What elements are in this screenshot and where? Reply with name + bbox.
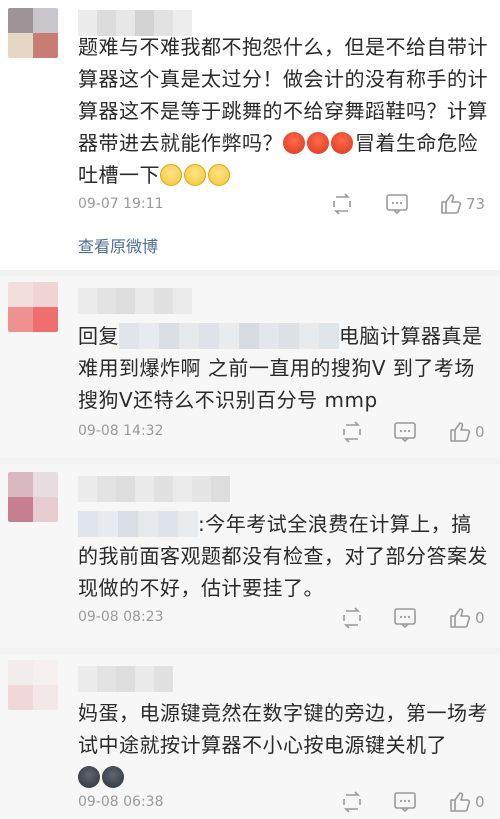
avatar[interactable]: [8, 472, 58, 522]
repost-button[interactable]: [330, 193, 354, 215]
crying-face-icon: [102, 766, 124, 788]
repost-icon: [343, 791, 361, 813]
like-count: 0: [475, 423, 485, 441]
repost-icon: [333, 193, 351, 215]
like-button[interactable]: 73: [440, 193, 485, 215]
username-blurred[interactable]: [78, 288, 198, 314]
repost-icon: [343, 607, 361, 629]
like-count: 0: [475, 793, 485, 811]
crying-face-icon: [78, 766, 100, 788]
comment-button[interactable]: [385, 193, 409, 215]
avatar[interactable]: [8, 8, 58, 58]
comment-card: 妈蛋，电源键竟然在数字键的旁边，第一场考试中途就按计算器不小心按电源键关机了 0…: [0, 654, 500, 819]
thumbs-up-icon: [450, 792, 471, 812]
reply-prefix: 回复: [78, 324, 119, 348]
comment-button[interactable]: [393, 791, 417, 813]
repost-icon: [343, 421, 361, 443]
comment-body: 妈蛋，电源键竟然在数字键的旁边，第一场考试中途就按计算器不小心按电源键关机了: [78, 701, 488, 757]
comment-card: :今年考试全浪费在计算上，搞的我前面客观题都没有检查，对了部分答案发现做的不好，…: [0, 464, 500, 648]
like-button[interactable]: 0: [449, 607, 485, 629]
angry-face-icon: [307, 132, 329, 154]
sad-face-icon: [208, 164, 230, 186]
comment-card: 题难与不难我都不抱怨什么，但是不给自带计算器这个真是太过分！做会计的没有称手的计…: [0, 0, 500, 270]
mentioned-user-blurred[interactable]: [119, 323, 339, 349]
view-original-link[interactable]: 查看原微博: [78, 233, 158, 257]
username-blurred[interactable]: [78, 666, 173, 692]
comment-text: :今年考试全浪费在计算上，搞的我前面客观题都没有检查，对了部分答案发现做的不好，…: [78, 508, 488, 604]
comment-text: 妈蛋，电源键竟然在数字键的旁边，第一场考试中途就按计算器不小心按电源键关机了: [78, 697, 488, 793]
repost-button[interactable]: [340, 791, 364, 813]
username-blurred[interactable]: [78, 476, 248, 502]
timestamp: 09-08 14:32: [78, 423, 164, 439]
comment-icon: [386, 194, 408, 215]
comment-text: 题难与不难我都不抱怨什么，但是不给自带计算器这个真是太过分！做会计的没有称手的计…: [78, 31, 488, 191]
timestamp: 09-07 19:11: [78, 196, 164, 212]
avatar[interactable]: [8, 282, 58, 332]
comment-icon: [394, 792, 416, 813]
sad-face-icon: [160, 164, 182, 186]
timestamp: 09-08 06:38: [78, 794, 164, 810]
angry-face-icon: [331, 132, 353, 154]
angry-face-icon: [283, 132, 305, 154]
like-count: 0: [475, 609, 485, 627]
comment-button[interactable]: [393, 607, 417, 629]
repost-button[interactable]: [340, 421, 364, 443]
comment-icon: [394, 422, 416, 443]
like-button[interactable]: 0: [449, 791, 485, 813]
thumbs-up-icon: [441, 194, 462, 214]
thumbs-up-icon: [450, 422, 471, 442]
repost-button[interactable]: [340, 607, 364, 629]
sad-face-icon: [184, 164, 206, 186]
like-button[interactable]: 0: [449, 421, 485, 443]
comment-card: 回复 电脑计算器真是难用到爆炸啊 之前一直用的搜狗V 到了考场搜狗V还特么不识别百…: [0, 276, 500, 458]
comment-text: 回复 电脑计算器真是难用到爆炸啊 之前一直用的搜狗V 到了考场搜狗V还特么不识别百…: [78, 320, 488, 416]
like-count: 73: [466, 195, 486, 213]
comment-button[interactable]: [393, 421, 417, 443]
avatar[interactable]: [8, 660, 58, 710]
thumbs-up-icon: [450, 608, 471, 628]
comment-icon: [394, 608, 416, 629]
mentioned-user-blurred[interactable]: [78, 511, 198, 537]
timestamp: 09-08 08:23: [78, 609, 164, 625]
